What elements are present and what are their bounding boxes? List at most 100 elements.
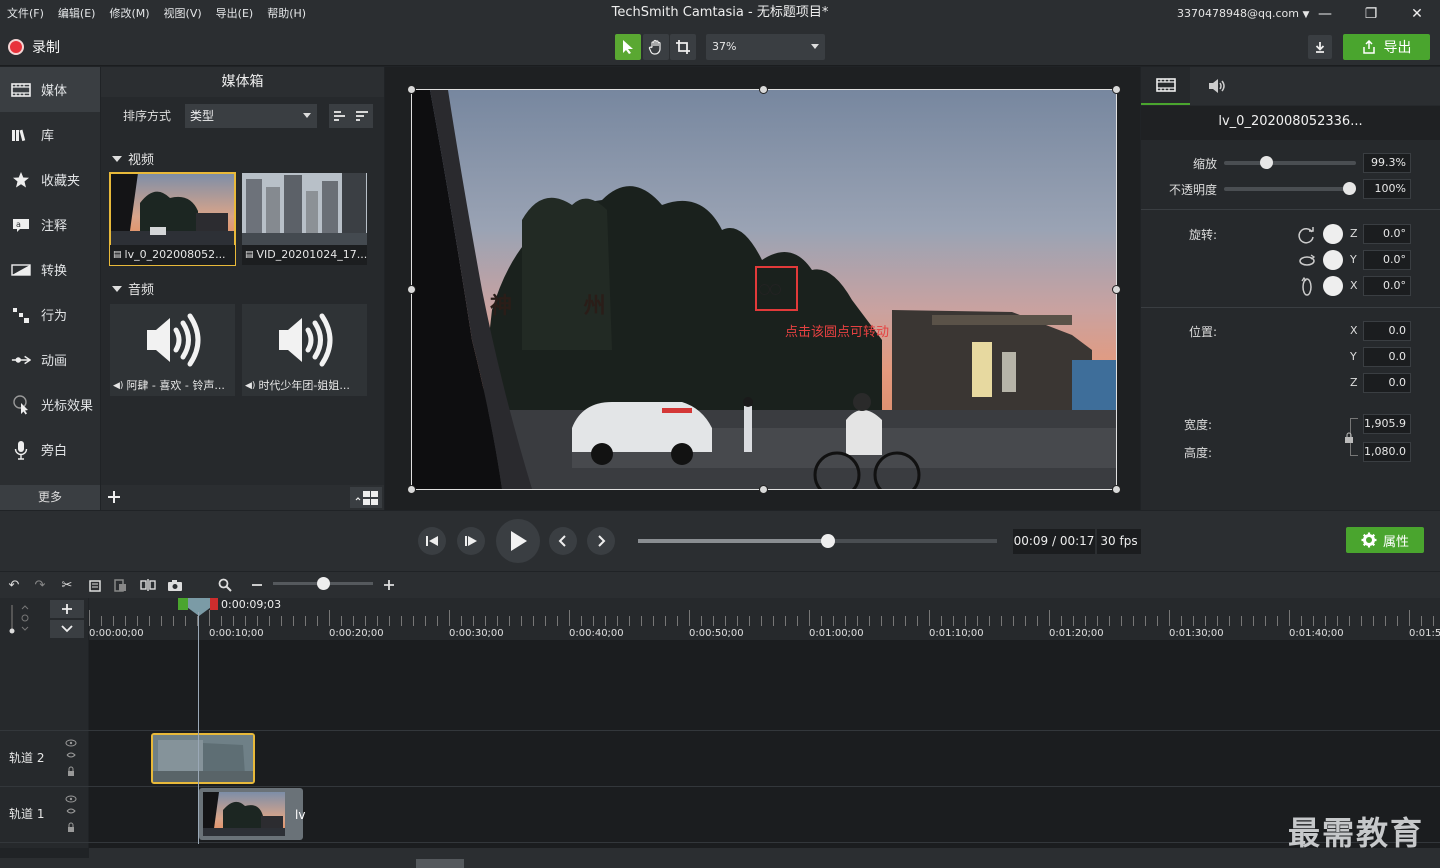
rotate-x-dial[interactable]	[1323, 276, 1343, 296]
track-1-label[interactable]: 轨道 1	[9, 805, 44, 822]
timeline-ruler[interactable]: 0:00:00;00 0:00:10;00 0:00:20;00 0:00:30…	[89, 598, 1440, 640]
position-z-field[interactable]: 0.0	[1363, 373, 1411, 393]
resize-handle-right[interactable]	[1112, 285, 1121, 294]
video-section-header[interactable]: 视频	[112, 149, 154, 168]
crop-tool[interactable]	[670, 34, 696, 60]
snapshot-button[interactable]	[165, 575, 185, 595]
add-media-button[interactable]	[104, 487, 124, 507]
position-y-field[interactable]: 0.0	[1363, 347, 1411, 367]
menu-export[interactable]: 导出(E)	[209, 0, 261, 28]
step-back-button[interactable]	[418, 527, 446, 555]
properties-button[interactable]: 属性	[1346, 527, 1424, 553]
redo-button[interactable]: ↷	[30, 575, 50, 595]
restore-button[interactable]: ❐	[1348, 0, 1394, 28]
resize-handle-left[interactable]	[407, 285, 416, 294]
resize-handle-bottom-left[interactable]	[407, 485, 416, 494]
rotate-handle[interactable]	[759, 284, 770, 295]
pan-tool[interactable]	[643, 34, 669, 60]
tab-visual-properties[interactable]	[1141, 67, 1190, 105]
undo-button[interactable]: ↶	[4, 575, 24, 595]
next-marker-button[interactable]	[587, 527, 615, 555]
zoom-out-button[interactable]	[247, 575, 267, 595]
copy-button[interactable]	[85, 575, 105, 595]
previous-marker-button[interactable]	[549, 527, 577, 555]
opacity-slider-track[interactable]	[1224, 187, 1356, 191]
scale-slider-track[interactable]	[1224, 161, 1356, 165]
sidebar-item-behaviors[interactable]: 行为	[0, 292, 100, 337]
track-1-controls[interactable]	[65, 793, 77, 837]
track-options-button[interactable]	[50, 620, 84, 638]
rotate-annotation-text: 点击该圆点可转动	[785, 325, 890, 340]
audio-section-header[interactable]: 音频	[112, 279, 154, 298]
rotate-x-field[interactable]: 0.0°	[1363, 276, 1411, 296]
position-x-field[interactable]: 0.0	[1363, 321, 1411, 341]
zoom-dropdown[interactable]: 37%	[706, 34, 825, 60]
track-height-control[interactable]	[8, 603, 42, 635]
height-field[interactable]: 1,080.0	[1363, 442, 1411, 462]
cut-button[interactable]: ✂	[57, 575, 77, 595]
rotate-y-field[interactable]: 0.0°	[1363, 250, 1411, 270]
thumbnail-view-button[interactable]	[350, 487, 382, 508]
rotate-y-dial[interactable]	[1323, 250, 1343, 270]
close-button[interactable]: ✕	[1394, 0, 1440, 28]
resize-handle-top[interactable]	[759, 85, 768, 94]
timeline-scrollbar[interactable]	[89, 848, 1440, 858]
track-2-controls[interactable]	[65, 737, 77, 781]
sidebar-item-annotations[interactable]: a 注释	[0, 202, 100, 247]
step-forward-button[interactable]	[457, 527, 485, 555]
menu-view[interactable]: 视图(V)	[157, 0, 209, 28]
media-item-audio-2[interactable]: ◀) 时代少年团-姐姐...	[242, 304, 367, 396]
sidebar-item-transitions[interactable]: 转换	[0, 247, 100, 292]
resize-handle-bottom-right[interactable]	[1112, 485, 1121, 494]
resize-handle-bottom[interactable]	[759, 485, 768, 494]
sidebar-item-favorites[interactable]: 收藏夹	[0, 157, 100, 202]
menu-help[interactable]: 帮助(H)	[260, 0, 313, 28]
timeline-zoom-knob[interactable]	[317, 577, 330, 590]
export-button[interactable]: 导出	[1343, 34, 1430, 60]
opacity-slider-knob[interactable]	[1343, 182, 1356, 195]
track-1-clip[interactable]	[199, 788, 303, 840]
rotate-z-field[interactable]: 0.0°	[1363, 224, 1411, 244]
lock-icon[interactable]	[1344, 432, 1354, 443]
scale-slider-knob[interactable]	[1259, 156, 1273, 169]
tab-audio-properties[interactable]	[1192, 67, 1241, 105]
sort-order-button[interactable]	[351, 104, 373, 128]
opacity-value-field[interactable]: 100%	[1363, 179, 1411, 199]
menu-modify[interactable]: 修改(M)	[102, 0, 156, 28]
menu-file[interactable]: 文件(F)	[0, 0, 51, 28]
sidebar-item-cursor-effects[interactable]: 光标效果	[0, 382, 100, 427]
sidebar-item-media[interactable]: 媒体	[0, 67, 100, 112]
out-point-marker[interactable]	[210, 598, 218, 610]
sidebar-more-button[interactable]: 更多	[0, 485, 100, 510]
paste-button[interactable]	[110, 575, 130, 595]
sort-dropdown[interactable]: 类型	[185, 104, 317, 128]
record-button[interactable]: 录制	[8, 37, 60, 57]
add-track-button[interactable]	[50, 600, 84, 618]
track-2-clip[interactable]	[151, 733, 255, 784]
media-item-video-2[interactable]: ▤ VID_20201024_17...	[242, 173, 367, 265]
details-view-button[interactable]	[329, 104, 351, 128]
resize-handle-top-right[interactable]	[1112, 85, 1121, 94]
sidebar-item-animations[interactable]: 动画	[0, 337, 100, 382]
track-2-label[interactable]: 轨道 2	[9, 749, 44, 766]
sidebar-item-voice-narration[interactable]: 旁白	[0, 427, 100, 472]
scrollbar-thumb[interactable]	[416, 859, 464, 868]
menu-edit[interactable]: 编辑(E)	[51, 0, 103, 28]
width-field[interactable]: 1,905.9	[1363, 414, 1411, 434]
select-tool[interactable]	[615, 34, 641, 60]
play-button[interactable]	[496, 519, 540, 563]
minimize-button[interactable]: —	[1302, 0, 1348, 28]
in-point-marker[interactable]	[178, 598, 188, 610]
center-handle[interactable]	[770, 284, 781, 295]
download-button[interactable]	[1308, 35, 1332, 59]
media-item-audio-1[interactable]: ◀) 阿肆 - 喜欢 - 铃声...	[110, 304, 235, 396]
resize-handle-top-left[interactable]	[407, 85, 416, 94]
account-menu[interactable]: 3370478948@qq.com ▼	[1177, 0, 1309, 28]
scale-value-field[interactable]: 99.3%	[1363, 153, 1411, 173]
sidebar-item-library[interactable]: 库	[0, 112, 100, 157]
split-button[interactable]	[138, 575, 158, 595]
zoom-fit-button[interactable]	[215, 575, 235, 595]
zoom-in-button[interactable]	[379, 575, 399, 595]
rotate-z-dial[interactable]	[1323, 224, 1343, 244]
media-item-video-1[interactable]: ▤ lv_0_202008052...	[109, 172, 236, 266]
